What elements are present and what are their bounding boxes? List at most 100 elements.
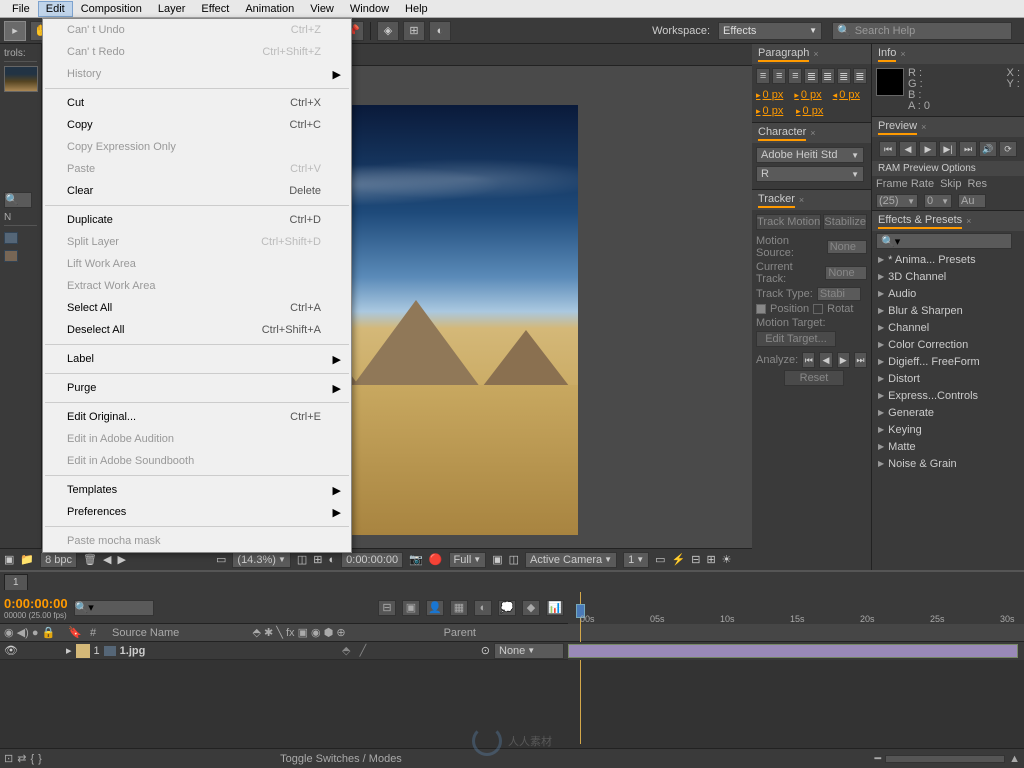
tracker-tab[interactable]: Tracker: [758, 193, 795, 208]
space-after[interactable]: ▸0 px: [796, 104, 832, 118]
resolution-dropdown[interactable]: Au: [958, 194, 986, 208]
motion-blur[interactable]: ◐: [474, 600, 492, 616]
preview-tab[interactable]: Preview: [878, 120, 917, 135]
brainstorm[interactable]: 💭: [498, 600, 516, 616]
timeline-search[interactable]: 🔍▾: [74, 600, 154, 616]
edit-target-button[interactable]: Edit Target...: [756, 331, 836, 347]
selection-tool[interactable]: ▸: [4, 21, 26, 41]
view-count-dropdown[interactable]: 1▼: [623, 552, 649, 568]
parent-pickwhip[interactable]: ⊙: [481, 644, 490, 657]
project-item-comp[interactable]: [4, 232, 37, 244]
font-family-dropdown[interactable]: Adobe Heiti Std▼: [756, 147, 864, 163]
snapshot-icon[interactable]: 📷: [409, 553, 423, 566]
effects-presets-tab[interactable]: Effects & Presets: [878, 214, 962, 229]
analyze-back-step[interactable]: ◀: [819, 352, 832, 368]
current-time[interactable]: 0:00:00:00: [341, 552, 403, 568]
prev-arrow[interactable]: ◀: [103, 553, 111, 566]
effect-category[interactable]: ▶Noise & Grain: [872, 455, 1024, 471]
menu-window[interactable]: Window: [342, 1, 397, 17]
layer-track[interactable]: [568, 642, 1024, 660]
last-frame-button[interactable]: ⏭: [959, 141, 977, 157]
reset-button[interactable]: Reset: [784, 370, 844, 386]
channel-icon[interactable]: 🔴: [429, 553, 443, 566]
exposure-icon[interactable]: ☀: [722, 553, 732, 566]
zoom-in-icon[interactable]: ▲: [1009, 753, 1020, 765]
align-center[interactable]: ≡: [772, 68, 786, 84]
toggle-switches-button[interactable]: Toggle Switches / Modes: [280, 753, 402, 765]
expand-icon[interactable]: ⊡: [4, 752, 13, 765]
effect-category[interactable]: ▶Matte: [872, 438, 1024, 455]
current-timecode[interactable]: 0:00:00:00: [4, 596, 68, 611]
bpc-button[interactable]: 8 bpc: [40, 552, 77, 568]
camera-dropdown[interactable]: Active Camera▼: [525, 552, 617, 568]
menu-layer[interactable]: Layer: [150, 1, 194, 17]
paragraph-tab[interactable]: Paragraph: [758, 47, 809, 62]
parent-dropdown[interactable]: None▼: [494, 643, 564, 659]
analyze-fwd-full[interactable]: ⏭: [854, 352, 867, 368]
effect-category[interactable]: ▶Generate: [872, 404, 1024, 421]
analyze-back-full[interactable]: ⏮: [802, 352, 815, 368]
interpret-icon[interactable]: ▣: [4, 553, 14, 566]
bracket-l-icon[interactable]: {: [30, 753, 34, 765]
pixel-aspect-icon[interactable]: ▭: [655, 553, 665, 566]
current-track-dropdown[interactable]: None: [825, 266, 867, 280]
edit-menu-preferences[interactable]: Preferences▶: [43, 501, 351, 523]
effect-controls-tab[interactable]: trols:: [4, 48, 37, 62]
fast-preview-icon[interactable]: ⚡: [672, 553, 686, 566]
layer-row-1[interactable]: 👁 ▸ 1 1.jpg ⬘ ╱ ⊙ None▼: [0, 642, 1024, 660]
play-button[interactable]: ▶: [919, 141, 937, 157]
effect-category[interactable]: ▶Distort: [872, 370, 1024, 387]
aux-tool-2[interactable]: ⊞: [403, 21, 425, 41]
frame-rate-dropdown[interactable]: (25)▼: [876, 194, 918, 208]
effect-category[interactable]: ▶Keying: [872, 421, 1024, 438]
close-icon[interactable]: ×: [900, 49, 905, 59]
resolution-dropdown[interactable]: Full▼: [449, 552, 487, 568]
menu-composition[interactable]: Composition: [73, 1, 150, 17]
position-checkbox[interactable]: [756, 304, 766, 314]
edit-menu-edit-original-[interactable]: Edit Original...Ctrl+E: [43, 406, 351, 428]
ram-preview-options[interactable]: RAM Preview Options: [872, 161, 1024, 176]
effect-category[interactable]: ▶Color Correction: [872, 336, 1024, 353]
timeline-zoom-slider[interactable]: [885, 755, 1005, 763]
indent-right[interactable]: ◂0 px: [833, 88, 867, 102]
bracket-r-icon[interactable]: }: [38, 753, 42, 765]
auto-keyframe[interactable]: ◆: [522, 600, 540, 616]
font-style-dropdown[interactable]: R▼: [756, 166, 864, 182]
align-right[interactable]: ≡: [788, 68, 802, 84]
edit-menu-duplicate[interactable]: DuplicateCtrl+D: [43, 209, 351, 231]
aux-tool-1[interactable]: ◈: [377, 21, 399, 41]
justify-left[interactable]: ≣: [804, 68, 818, 84]
edit-menu-select-all[interactable]: Select AllCtrl+A: [43, 297, 351, 319]
timeline-comp-tab[interactable]: 1: [4, 574, 28, 590]
skip-dropdown[interactable]: 0▼: [924, 194, 952, 208]
effects-search[interactable]: 🔍▾: [876, 233, 1012, 249]
search-help-input[interactable]: 🔍Search Help: [832, 22, 1012, 40]
layer-color-label[interactable]: [76, 644, 90, 658]
close-icon[interactable]: ×: [813, 49, 818, 59]
close-icon[interactable]: ×: [966, 216, 971, 226]
effect-category[interactable]: ▶Channel: [872, 319, 1024, 336]
effect-category[interactable]: ▶Audio: [872, 285, 1024, 302]
effect-category[interactable]: ▶Digieff... FreeForm: [872, 353, 1024, 370]
audio-button[interactable]: 🔊: [979, 141, 997, 157]
zoom-out-icon[interactable]: ━: [874, 752, 881, 765]
twirl-arrow[interactable]: ▸: [66, 644, 72, 657]
edit-menu-deselect-all[interactable]: Deselect AllCtrl+Shift+A: [43, 319, 351, 341]
justify-center[interactable]: ≣: [821, 68, 835, 84]
menu-edit[interactable]: Edit: [38, 1, 73, 17]
graph-editor[interactable]: 📊: [546, 600, 564, 616]
close-icon[interactable]: ×: [799, 195, 804, 205]
edit-menu-copy[interactable]: CopyCtrl+C: [43, 114, 351, 136]
zoom-dropdown[interactable]: (14.3%)▼: [232, 552, 290, 568]
loop-button[interactable]: ⟳: [999, 141, 1017, 157]
menu-effect[interactable]: Effect: [193, 1, 237, 17]
justify-right[interactable]: ≣: [837, 68, 851, 84]
align-left[interactable]: ≡: [756, 68, 770, 84]
frame-blend[interactable]: ▦: [450, 600, 468, 616]
comp-flow-icon[interactable]: ⊞: [706, 553, 715, 566]
character-tab[interactable]: Character: [758, 126, 806, 141]
res-half-icon[interactable]: ◫: [297, 553, 307, 566]
effect-category[interactable]: ▶* Anima... Presets: [872, 251, 1024, 268]
zoom-icon[interactable]: ▭: [216, 553, 226, 566]
edit-menu-purge[interactable]: Purge▶: [43, 377, 351, 399]
